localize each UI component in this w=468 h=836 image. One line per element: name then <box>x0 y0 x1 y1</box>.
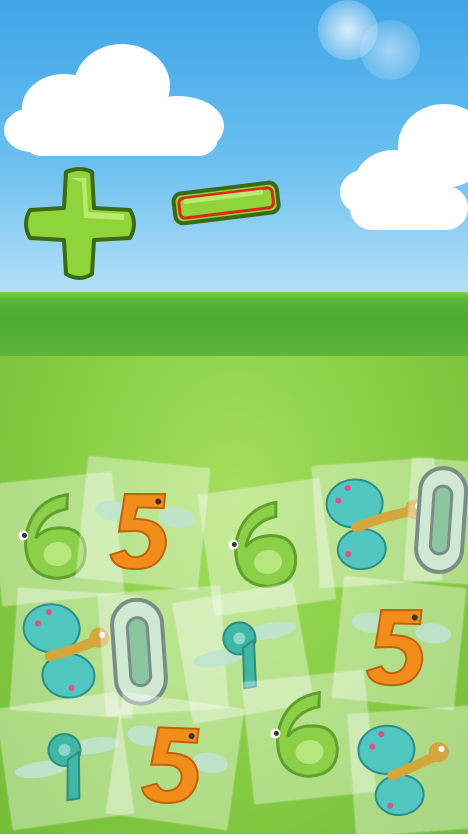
cloud-right <box>340 104 468 230</box>
minus-button[interactable] <box>170 176 282 228</box>
grass-horizon <box>0 292 468 358</box>
cloud-left <box>4 44 224 156</box>
butterfly-icon <box>357 724 449 817</box>
minus-icon <box>171 180 281 226</box>
number-card[interactable] <box>106 692 244 830</box>
number-card[interactable] <box>403 457 468 589</box>
zero-icon <box>414 466 468 574</box>
plus-button[interactable] <box>22 166 140 284</box>
number-card[interactable] <box>347 705 468 836</box>
five-icon <box>95 492 195 571</box>
five-icon <box>127 725 228 804</box>
plus-icon <box>24 167 136 280</box>
sun-flare <box>360 20 420 80</box>
number-card[interactable] <box>75 455 211 591</box>
